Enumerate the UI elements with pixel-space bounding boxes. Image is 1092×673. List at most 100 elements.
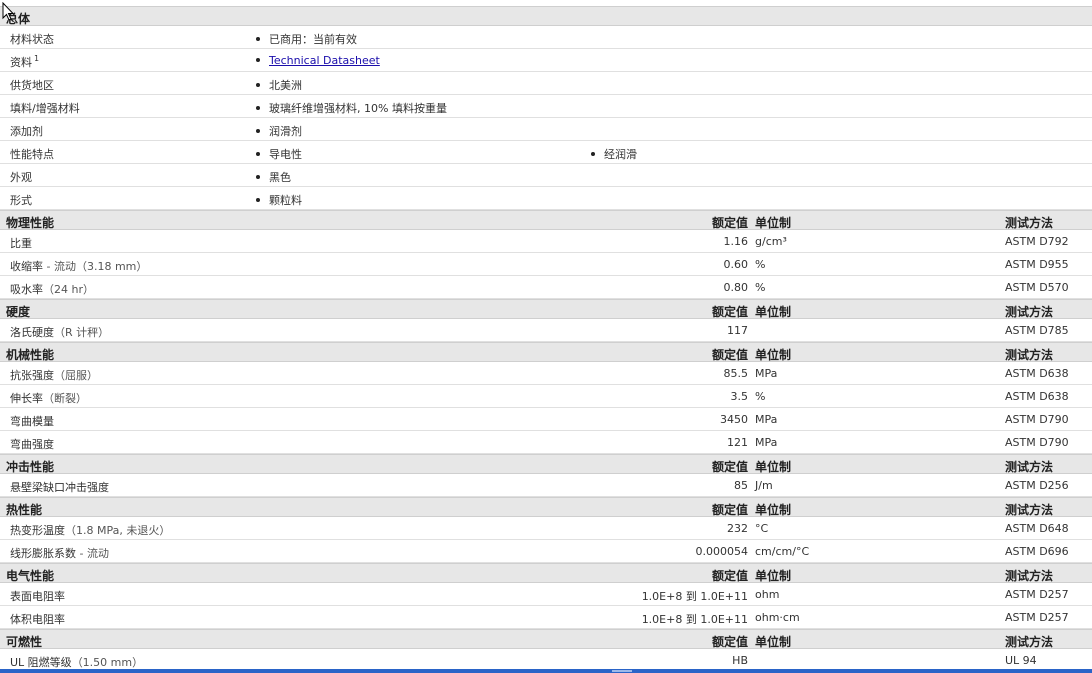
property-label: 填料/增强材料 — [10, 100, 80, 116]
unit: % — [755, 390, 766, 403]
table-row: 悬壁梁缺口冲击强度 85 J/m ASTM D256 — [0, 474, 1092, 497]
general-value: Technical Datasheet — [256, 54, 380, 67]
value-text: 北美洲 — [269, 79, 302, 92]
bullet-icon — [256, 129, 260, 133]
section-header: 总体 — [0, 6, 1092, 26]
unit: J/m — [755, 479, 773, 492]
test-method: ASTM D638 — [1005, 390, 1069, 403]
property-label: 材料状态 — [10, 31, 54, 47]
section-header: 冲击性能 额定值 单位制 测试方法 — [0, 454, 1092, 474]
section-title: 物理性能 — [6, 216, 55, 230]
general-value: 颗粒料 — [256, 192, 302, 208]
unit: % — [755, 281, 766, 294]
table-row: 弯曲模量 3450 MPa ASTM D790 — [0, 408, 1092, 431]
property-name: 弯曲强度 — [10, 438, 54, 451]
general-value: 北美洲 — [256, 77, 302, 93]
property-label: 洛氏硬度（R 计秤） — [10, 324, 109, 340]
property-label: 性能特点 — [10, 146, 54, 162]
column-header-unit: 单位制 — [755, 635, 792, 649]
section-header: 热性能 额定值 单位制 测试方法 — [0, 497, 1092, 517]
bullet-icon — [256, 106, 260, 110]
property-name: 悬壁梁缺口冲击强度 — [10, 481, 109, 494]
test-method: ASTM D256 — [1005, 479, 1069, 492]
general-value: 经润滑 — [591, 146, 637, 162]
property-name: 填料/增强材料 — [10, 102, 80, 115]
general-value: 黑色 — [256, 169, 291, 185]
column-header-method: 测试方法 — [1005, 460, 1054, 474]
property-label: UL 阻燃等级（1.50 mm） — [10, 654, 143, 670]
test-method: ASTM D955 — [1005, 258, 1069, 271]
technical-datasheet-link[interactable]: Technical Datasheet — [269, 54, 380, 67]
unit: MPa — [755, 367, 778, 380]
table-row: 线形膨胀系数 - 流动 0.000054 cm/cm/°C ASTM D696 — [0, 540, 1092, 563]
property-name: 资料 — [10, 56, 32, 69]
section-header: 机械性能 额定值 单位制 测试方法 — [0, 342, 1092, 362]
nominal-value: 232 — [727, 522, 748, 535]
property-condition: （R 计秤） — [54, 326, 110, 339]
value-text: 经润滑 — [604, 148, 637, 161]
scrollbar-thumb-grip[interactable] — [612, 670, 632, 672]
table-row: 抗张强度（屈服） 85.5 MPa ASTM D638 — [0, 362, 1092, 385]
horizontal-scrollbar[interactable] — [0, 669, 1092, 673]
table-row: 收缩率 - 流动（3.18 mm） 0.60% ASTM D955 — [0, 253, 1092, 276]
property-condition: （1.8 MPa, 未退火） — [65, 524, 171, 537]
column-header-value: 额定值 — [711, 569, 748, 583]
property-label: 线形膨胀系数 - 流动 — [10, 545, 109, 561]
unit: g/cm³ — [755, 235, 787, 248]
test-method: ASTM D785 — [1005, 324, 1069, 337]
test-method: ASTM D792 — [1005, 235, 1069, 248]
section-header: 可燃性 额定值 单位制 测试方法 — [0, 629, 1092, 649]
table-row: 比重 1.16 g/cm³ ASTM D792 — [0, 230, 1092, 253]
nominal-value: 1.0E+8 到 1.0E+11 — [641, 613, 748, 626]
nominal-value: 121 — [727, 436, 748, 449]
bullet-icon — [256, 175, 260, 179]
property-name: 添加剂 — [10, 125, 43, 138]
table-row: 热变形温度（1.8 MPa, 未退火） 232 °C ASTM D648 — [0, 517, 1092, 540]
bullet-icon — [256, 198, 260, 202]
column-header-unit: 单位制 — [755, 216, 792, 230]
section-header: 硬度 额定值 单位制 测试方法 — [0, 299, 1092, 319]
test-method: ASTM D790 — [1005, 413, 1069, 426]
property-label: 供货地区 — [10, 77, 54, 93]
table-row: 添加剂 润滑剂 — [0, 118, 1092, 141]
unit: % — [755, 258, 766, 271]
column-header-unit: 单位制 — [755, 569, 792, 583]
test-method: ASTM D696 — [1005, 545, 1069, 558]
value-text: 导电性 — [269, 148, 302, 161]
property-label: 形式 — [10, 192, 32, 208]
unit: MPa — [755, 413, 778, 426]
property-label: 弯曲强度 — [10, 436, 54, 452]
section-title: 电气性能 — [6, 569, 55, 583]
bullet-icon — [256, 37, 260, 41]
nominal-value: 85.5 — [723, 367, 749, 380]
property-label: 吸水率（24 hr） — [10, 281, 94, 297]
property-label: 体积电阻率 — [10, 611, 65, 627]
test-method: ASTM D257 — [1005, 611, 1069, 624]
general-value: 玻璃纤维增强材料, 10% 填料按重量 — [256, 100, 447, 116]
column-header-value: 额定值 — [711, 216, 748, 230]
table-row: 性能特点 导电性 经润滑 — [0, 141, 1092, 164]
column-header-method: 测试方法 — [1005, 503, 1054, 517]
table-row: 洛氏硬度（R 计秤） 117 ASTM D785 — [0, 319, 1092, 342]
column-header-unit: 单位制 — [755, 305, 792, 319]
nominal-value: HB — [732, 654, 748, 667]
property-name: 弯曲模量 — [10, 415, 54, 428]
mouse-pointer-icon — [2, 2, 15, 21]
bullet-icon — [591, 152, 595, 156]
column-header-value: 额定值 — [711, 305, 748, 319]
bullet-icon — [256, 83, 260, 87]
test-method: ASTM D570 — [1005, 281, 1069, 294]
table-row: 表面电阻率 1.0E+8 到 1.0E+11 ohm ASTM D257 — [0, 583, 1092, 606]
value-text: 已商用：当前有效 — [269, 33, 357, 46]
section-header: 物理性能 额定值 单位制 测试方法 — [0, 210, 1092, 230]
property-name: 收缩率 — [10, 260, 43, 273]
table-row: 弯曲强度 121 MPa ASTM D790 — [0, 431, 1092, 454]
property-label: 悬壁梁缺口冲击强度 — [10, 479, 109, 495]
property-label: 资料 1 — [10, 54, 39, 70]
property-condition: （屈服） — [54, 369, 98, 382]
test-method: ASTM D638 — [1005, 367, 1069, 380]
section-title: 硬度 — [6, 305, 31, 319]
nominal-value: 3450 — [720, 413, 748, 426]
nominal-value: 0.60 — [723, 258, 749, 271]
nominal-value: 117 — [727, 324, 748, 337]
